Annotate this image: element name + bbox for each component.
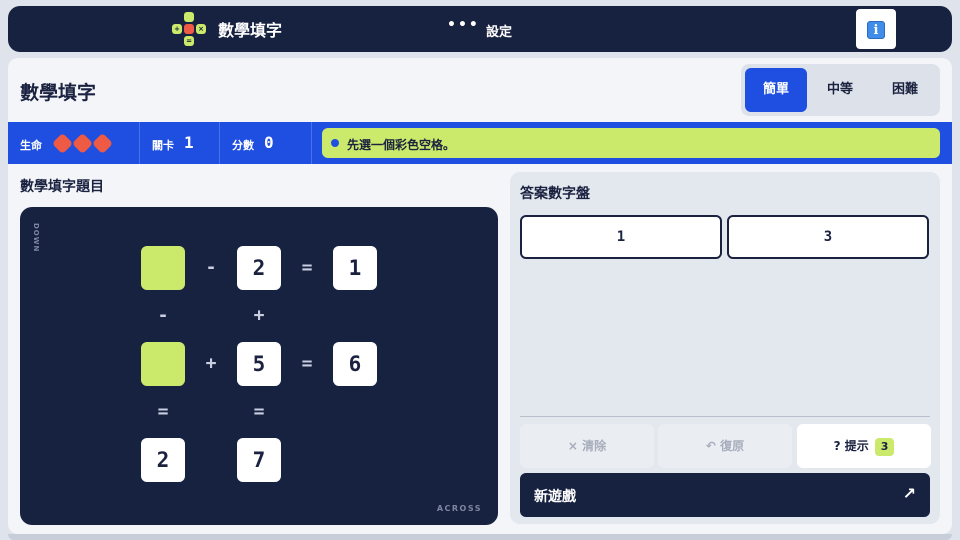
- score-value: 0: [264, 133, 274, 152]
- blank-cell-r1c1[interactable]: [141, 246, 185, 290]
- message-text: 先選一個彩色空格。: [347, 138, 456, 152]
- puzzle-section-title: 數學填字題目: [20, 179, 104, 195]
- level-value: 1: [184, 133, 194, 152]
- info-button[interactable]: i: [856, 9, 896, 49]
- undo-button[interactable]: ↶ 復原: [658, 424, 792, 468]
- operator-equals: =: [253, 401, 265, 422]
- life-heart-icon: [71, 132, 94, 155]
- life-heart-icon: [51, 132, 74, 155]
- operator-equals: =: [157, 401, 169, 422]
- settings-link[interactable]: 設定: [486, 21, 512, 40]
- score-label: 分數: [232, 139, 254, 152]
- tab-easy[interactable]: 簡單: [745, 68, 807, 112]
- tab-hard[interactable]: 困難: [874, 68, 936, 112]
- number-cell: 5: [237, 342, 281, 386]
- divider: [311, 122, 312, 164]
- hint-count-badge: 3: [874, 438, 895, 456]
- hint-button[interactable]: ? 提示 3: [797, 424, 931, 468]
- main-card: 數學填字 簡單 中等 困難 生命 關卡 1 分數 0 先選一個彩色空格。 數學填…: [8, 58, 952, 534]
- divider: [219, 122, 220, 164]
- logo-icon: + × =: [172, 12, 206, 46]
- operator-equals: =: [301, 257, 313, 278]
- operator-plus: +: [205, 353, 217, 374]
- operator-equals: =: [301, 353, 313, 374]
- down-label: DOWN: [32, 223, 40, 253]
- number-cell: 1: [333, 246, 377, 290]
- operator-minus: -: [205, 257, 217, 278]
- life-heart-icon: [91, 132, 114, 155]
- card-shadow: [8, 534, 952, 540]
- operator-minus: -: [157, 305, 169, 326]
- answer-pad-title: 答案數字盤: [520, 186, 590, 202]
- hint-label: ? 提示: [833, 439, 869, 453]
- clear-button[interactable]: × 清除: [520, 424, 654, 468]
- puzzle-board: DOWN ACROSS - 2 = 1 - + + 5 = 6 = = 2 7: [20, 207, 498, 525]
- lives-label: 生命: [20, 139, 42, 152]
- number-cell: 7: [237, 438, 281, 482]
- more-menu-icon[interactable]: •••: [447, 17, 480, 33]
- new-game-button[interactable]: 新遊戲 ↗: [520, 473, 930, 517]
- app-title: 數學填字: [218, 21, 283, 40]
- message-dot-icon: [331, 139, 339, 147]
- blank-cell-r3c1[interactable]: [141, 342, 185, 386]
- across-label: ACROSS: [436, 504, 482, 513]
- info-icon: i: [867, 21, 885, 39]
- divider: [520, 416, 930, 417]
- number-cell: 6: [333, 342, 377, 386]
- tab-medium[interactable]: 中等: [809, 68, 871, 112]
- divider: [139, 122, 140, 164]
- difficulty-selector: 簡單 中等 困難: [741, 64, 940, 116]
- level-label: 關卡: [152, 139, 174, 152]
- page-title: 數學填字: [20, 82, 97, 104]
- number-cell: 2: [141, 438, 185, 482]
- number-button-1[interactable]: 1: [520, 215, 722, 259]
- number-button-3[interactable]: 3: [727, 215, 929, 259]
- answer-pad: 答案數字盤 1 3 × 清除 ↶ 復原 ? 提示 3 新遊戲 ↗: [510, 172, 940, 524]
- number-cell: 2: [237, 246, 281, 290]
- status-message: 先選一個彩色空格。: [322, 128, 940, 158]
- new-game-label: 新遊戲: [534, 489, 576, 505]
- status-bar: 生命 關卡 1 分數 0 先選一個彩色空格。: [8, 122, 952, 164]
- operator-plus: +: [253, 305, 265, 326]
- top-bar: [8, 6, 952, 52]
- arrow-up-right-icon: ↗: [902, 484, 916, 503]
